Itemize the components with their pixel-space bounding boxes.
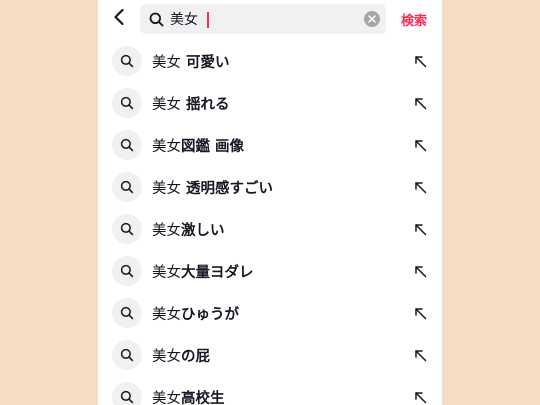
- search-header: 検索: [98, 0, 442, 40]
- suggestion-label: 美女の屁: [152, 345, 210, 366]
- suggestion-search-icon-badge: [112, 382, 142, 405]
- search-icon: [120, 306, 134, 320]
- fill-query-button[interactable]: [411, 346, 429, 364]
- suggestion-completion: 図鑑 画像: [181, 139, 245, 155]
- suggestion-query-prefix: 美女: [152, 223, 181, 239]
- arrow-up-left-icon: [414, 55, 427, 68]
- suggestion-query-prefix: 美女: [152, 391, 181, 405]
- search-icon: [120, 222, 134, 236]
- suggestion-query-prefix: 美女: [152, 349, 181, 365]
- arrow-up-left-icon: [414, 97, 427, 110]
- search-icon: [120, 390, 134, 404]
- suggestion-search-icon-badge: [112, 46, 142, 76]
- suggestion-list: 美女 可愛い 美女 揺れる 美女図鑑 画像 美女 透明感すごい 美女激しい 美女…: [98, 40, 442, 405]
- suggestion-item[interactable]: 美女高校生: [98, 376, 442, 405]
- arrow-up-left-icon: [414, 391, 427, 404]
- suggestion-item[interactable]: 美女 透明感すごい: [98, 166, 442, 208]
- search-icon: [120, 180, 134, 194]
- back-button[interactable]: [109, 8, 129, 30]
- search-input[interactable]: [170, 11, 340, 27]
- suggestion-item[interactable]: 美女激しい: [98, 208, 442, 250]
- search-icon: [120, 264, 134, 278]
- arrow-up-left-icon: [414, 181, 427, 194]
- suggestion-label: 美女 可愛い: [152, 51, 230, 72]
- suggestion-item[interactable]: 美女 可愛い: [98, 40, 442, 82]
- suggestion-query-prefix: 美女: [152, 307, 181, 323]
- suggestion-completion: 大量ヨダレ: [181, 265, 254, 281]
- search-icon: [120, 96, 134, 110]
- search-icon: [148, 11, 164, 27]
- suggestion-completion: 透明感すごい: [181, 181, 274, 197]
- suggestion-search-icon-badge: [112, 130, 142, 160]
- suggestion-completion: の屁: [181, 349, 210, 365]
- suggestion-query-prefix: 美女: [152, 265, 181, 281]
- suggestion-completion: 可愛い: [181, 55, 230, 71]
- fill-query-button[interactable]: [411, 304, 429, 322]
- suggestion-search-icon-badge: [112, 256, 142, 286]
- arrow-up-left-icon: [414, 265, 427, 278]
- suggestion-query-prefix: 美女: [152, 181, 181, 197]
- suggestion-label: 美女ひゅうが: [152, 303, 239, 324]
- suggestion-completion: 激しい: [181, 223, 225, 239]
- suggestion-item[interactable]: 美女大量ヨダレ: [98, 250, 442, 292]
- fill-query-button[interactable]: [411, 388, 429, 405]
- suggestion-search-icon-badge: [112, 172, 142, 202]
- suggestion-item[interactable]: 美女図鑑 画像: [98, 124, 442, 166]
- fill-query-button[interactable]: [411, 136, 429, 154]
- suggestion-label: 美女 揺れる: [152, 93, 230, 114]
- suggestion-item[interactable]: 美女の屁: [98, 334, 442, 376]
- suggestion-query-prefix: 美女: [152, 97, 181, 113]
- arrow-up-left-icon: [414, 349, 427, 362]
- suggestion-completion: 揺れる: [181, 97, 230, 113]
- fill-query-button[interactable]: [411, 262, 429, 280]
- suggestion-item[interactable]: 美女ひゅうが: [98, 292, 442, 334]
- suggestion-label: 美女 透明感すごい: [152, 177, 273, 198]
- suggestion-query-prefix: 美女: [152, 139, 181, 155]
- clear-search-button[interactable]: [364, 11, 380, 27]
- suggestion-label: 美女大量ヨダレ: [152, 261, 254, 282]
- suggestion-search-icon-badge: [112, 298, 142, 328]
- search-icon: [120, 138, 134, 152]
- search-icon: [120, 54, 134, 68]
- suggestion-item[interactable]: 美女 揺れる: [98, 82, 442, 124]
- fill-query-button[interactable]: [411, 220, 429, 238]
- arrow-up-left-icon: [414, 223, 427, 236]
- suggestion-completion: ひゅうが: [181, 307, 239, 323]
- fill-query-button[interactable]: [411, 178, 429, 196]
- chevron-left-icon: [113, 8, 125, 30]
- arrow-up-left-icon: [414, 307, 427, 320]
- search-screen: 検索 美女 可愛い: [98, 0, 442, 405]
- suggestion-search-icon-badge: [112, 340, 142, 370]
- search-submit-button[interactable]: 検索: [401, 10, 427, 29]
- arrow-up-left-icon: [414, 139, 427, 152]
- suggestion-query-prefix: 美女: [152, 55, 181, 71]
- search-icon: [120, 348, 134, 362]
- suggestion-search-icon-badge: [112, 88, 142, 118]
- suggestion-label: 美女図鑑 画像: [152, 135, 244, 156]
- suggestion-label: 美女激しい: [152, 219, 225, 240]
- suggestion-search-icon-badge: [112, 214, 142, 244]
- text-cursor: [207, 12, 209, 28]
- search-bar[interactable]: [140, 4, 386, 34]
- clear-icon: [368, 15, 376, 23]
- suggestion-completion: 高校生: [181, 391, 225, 405]
- fill-query-button[interactable]: [411, 94, 429, 112]
- suggestion-label: 美女高校生: [152, 387, 225, 405]
- fill-query-button[interactable]: [411, 52, 429, 70]
